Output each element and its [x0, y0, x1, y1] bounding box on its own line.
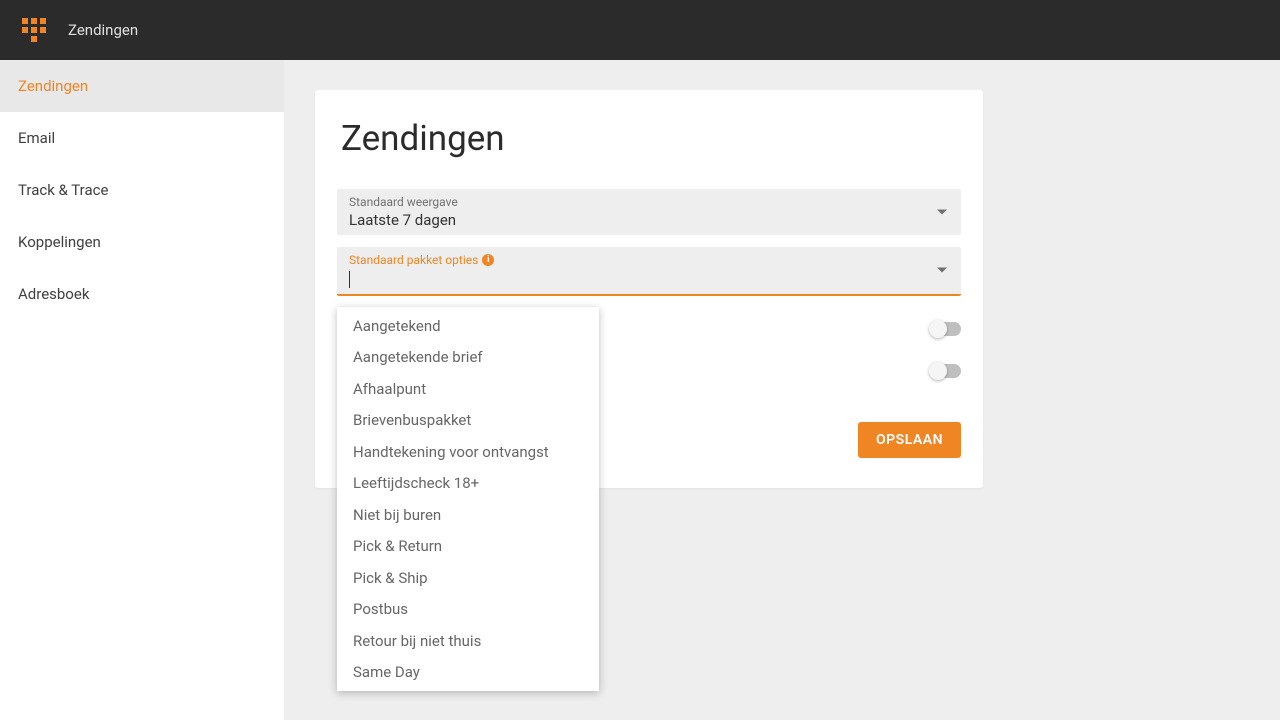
dropdown-item[interactable]: Aangetekend: [337, 311, 599, 343]
main-content: Zendingen Standaard weergave Laatste 7 d…: [285, 60, 1280, 720]
dropdown-item[interactable]: Pick & Ship: [337, 563, 599, 595]
options-dropdown[interactable]: Aangetekend Aangetekende brief Afhaalpun…: [337, 307, 599, 691]
dropdown-item[interactable]: Handtekening voor ontvangst: [337, 437, 599, 469]
dropdown-item[interactable]: Spoed levering: [337, 689, 599, 691]
dropdown-item[interactable]: Leeftijdscheck 18+: [337, 468, 599, 500]
dropdown-item[interactable]: Niet bij buren: [337, 500, 599, 532]
default-view-label: Standaard weergave: [349, 195, 949, 209]
toggle-knob: [929, 320, 947, 338]
text-cursor: [349, 271, 350, 288]
default-view-select[interactable]: Standaard weergave Laatste 7 dagen: [337, 189, 961, 235]
page-title: Zendingen: [315, 108, 983, 189]
dropdown-item[interactable]: Postbus: [337, 594, 599, 626]
sidebar-item-koppelingen[interactable]: Koppelingen: [0, 216, 284, 268]
dropdown-item[interactable]: Aangetekende brief: [337, 342, 599, 374]
toggle-switch[interactable]: [931, 364, 961, 378]
app-title: Zendingen: [68, 21, 138, 39]
default-options-label: Standaard pakket opties: [349, 253, 478, 267]
dropdown-item[interactable]: Pick & Return: [337, 531, 599, 563]
sidebar-item-zendingen[interactable]: Zendingen: [0, 60, 284, 112]
sidebar-item-adresboek[interactable]: Adresboek: [0, 268, 284, 320]
dropdown-item[interactable]: Brievenbuspakket: [337, 405, 599, 437]
toggle-switch[interactable]: [931, 322, 961, 336]
info-icon[interactable]: i: [482, 254, 494, 266]
topbar: Zendingen: [0, 0, 1280, 60]
sidebar-item-track-trace[interactable]: Track & Trace: [0, 164, 284, 216]
default-view-value: Laatste 7 dagen: [349, 209, 949, 229]
default-options-value: [349, 267, 949, 288]
chevron-down-icon: [937, 268, 947, 273]
default-options-select[interactable]: Standaard pakket opties i: [337, 247, 961, 296]
sidebar-item-email[interactable]: Email: [0, 112, 284, 164]
toggle-knob: [929, 362, 947, 380]
app-logo-icon: [22, 18, 46, 42]
dropdown-item[interactable]: Same Day: [337, 657, 599, 689]
dropdown-item[interactable]: Afhaalpunt: [337, 374, 599, 406]
settings-card: Zendingen Standaard weergave Laatste 7 d…: [315, 90, 983, 488]
field-default-view: Standaard weergave Laatste 7 dagen: [337, 189, 961, 235]
chevron-down-icon: [937, 210, 947, 215]
field-default-options: Standaard pakket opties i: [337, 247, 961, 296]
sidebar: Zendingen Email Track & Trace Koppelinge…: [0, 60, 285, 720]
dropdown-item[interactable]: Retour bij niet thuis: [337, 626, 599, 658]
layout: Zendingen Email Track & Trace Koppelinge…: [0, 60, 1280, 720]
save-button[interactable]: OPSLAAN: [858, 422, 961, 458]
default-options-label-row: Standaard pakket opties i: [349, 253, 949, 267]
